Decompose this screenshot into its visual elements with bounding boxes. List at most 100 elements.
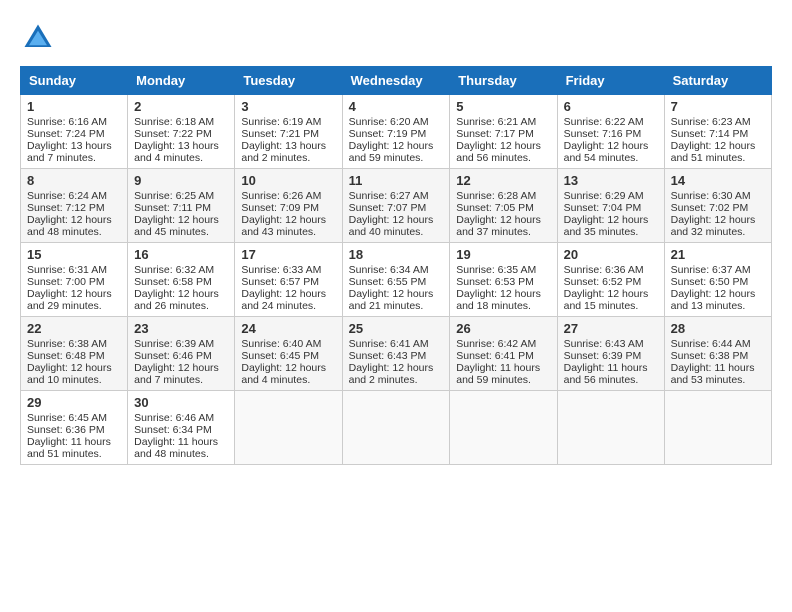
day-info-line: and 24 minutes. [241,300,335,312]
calendar-cell [664,391,771,465]
day-info-line: and 32 minutes. [671,226,765,238]
day-info-line: Sunset: 6:57 PM [241,276,335,288]
calendar-cell: 12Sunrise: 6:28 AMSunset: 7:05 PMDayligh… [450,169,557,243]
calendar-cell: 5Sunrise: 6:21 AMSunset: 7:17 PMDaylight… [450,95,557,169]
day-info-line: and 13 minutes. [671,300,765,312]
calendar-cell: 16Sunrise: 6:32 AMSunset: 6:58 PMDayligh… [128,243,235,317]
day-info-line: Daylight: 12 hours [134,214,228,226]
calendar-cell: 13Sunrise: 6:29 AMSunset: 7:04 PMDayligh… [557,169,664,243]
day-info-line: Sunset: 7:07 PM [349,202,444,214]
day-info-line: Daylight: 12 hours [241,214,335,226]
day-info-line: Sunrise: 6:31 AM [27,264,121,276]
day-number: 2 [134,99,228,114]
day-number: 1 [27,99,121,114]
day-info-line: and 37 minutes. [456,226,550,238]
day-info-line: Daylight: 12 hours [456,140,550,152]
day-info-line: Sunset: 7:17 PM [456,128,550,140]
day-info-line: Daylight: 12 hours [564,214,658,226]
day-info-line: Sunset: 6:58 PM [134,276,228,288]
day-number: 12 [456,173,550,188]
calendar-cell: 6Sunrise: 6:22 AMSunset: 7:16 PMDaylight… [557,95,664,169]
day-info-line: Daylight: 12 hours [349,214,444,226]
calendar-cell: 27Sunrise: 6:43 AMSunset: 6:39 PMDayligh… [557,317,664,391]
day-number: 18 [349,247,444,262]
day-info-line: Daylight: 11 hours [564,362,658,374]
day-info-line: Daylight: 12 hours [456,288,550,300]
day-number: 20 [564,247,658,262]
day-info-line: Sunset: 7:02 PM [671,202,765,214]
day-info-line: Daylight: 12 hours [27,362,121,374]
day-info-line: Sunrise: 6:38 AM [27,338,121,350]
calendar-table: SundayMondayTuesdayWednesdayThursdayFrid… [20,66,772,465]
day-info-line: Daylight: 12 hours [27,214,121,226]
day-number: 29 [27,395,121,410]
day-info-line: and 7 minutes. [27,152,121,164]
day-info-line: Sunrise: 6:34 AM [349,264,444,276]
calendar-cell: 14Sunrise: 6:30 AMSunset: 7:02 PMDayligh… [664,169,771,243]
day-info-line: Sunset: 6:46 PM [134,350,228,362]
weekday-friday: Friday [557,67,664,95]
day-info-line: Sunset: 7:21 PM [241,128,335,140]
day-info-line: Sunrise: 6:42 AM [456,338,550,350]
day-info-line: Sunrise: 6:16 AM [27,116,121,128]
day-number: 30 [134,395,228,410]
day-info-line: Daylight: 12 hours [349,140,444,152]
weekday-header-row: SundayMondayTuesdayWednesdayThursdayFrid… [21,67,772,95]
calendar-cell: 8Sunrise: 6:24 AMSunset: 7:12 PMDaylight… [21,169,128,243]
calendar-cell: 15Sunrise: 6:31 AMSunset: 7:00 PMDayligh… [21,243,128,317]
calendar-cell: 22Sunrise: 6:38 AMSunset: 6:48 PMDayligh… [21,317,128,391]
calendar-cell: 30Sunrise: 6:46 AMSunset: 6:34 PMDayligh… [128,391,235,465]
day-info-line: Sunrise: 6:29 AM [564,190,658,202]
day-number: 8 [27,173,121,188]
calendar-cell: 7Sunrise: 6:23 AMSunset: 7:14 PMDaylight… [664,95,771,169]
day-info-line: Sunset: 7:09 PM [241,202,335,214]
day-info-line: Sunset: 6:48 PM [27,350,121,362]
day-info-line: Sunrise: 6:19 AM [241,116,335,128]
day-info-line: and 26 minutes. [134,300,228,312]
day-info-line: Sunrise: 6:43 AM [564,338,658,350]
day-info-line: and 21 minutes. [349,300,444,312]
day-info-line: Sunrise: 6:20 AM [349,116,444,128]
day-info-line: Daylight: 13 hours [241,140,335,152]
day-info-line: and 29 minutes. [27,300,121,312]
page-header [20,20,772,56]
calendar-cell: 23Sunrise: 6:39 AMSunset: 6:46 PMDayligh… [128,317,235,391]
day-info-line: Daylight: 12 hours [241,288,335,300]
day-info-line: Sunset: 6:36 PM [27,424,121,436]
logo-icon [20,20,56,56]
day-info-line: and 4 minutes. [134,152,228,164]
day-number: 6 [564,99,658,114]
calendar-cell [235,391,342,465]
day-info-line: Daylight: 11 hours [456,362,550,374]
calendar-cell: 25Sunrise: 6:41 AMSunset: 6:43 PMDayligh… [342,317,450,391]
day-info-line: Sunset: 6:34 PM [134,424,228,436]
day-info-line: and 40 minutes. [349,226,444,238]
day-info-line: Sunset: 7:16 PM [564,128,658,140]
calendar-week-5: 29Sunrise: 6:45 AMSunset: 6:36 PMDayligh… [21,391,772,465]
day-info-line: Daylight: 12 hours [564,140,658,152]
day-info-line: Daylight: 12 hours [671,288,765,300]
day-info-line: Daylight: 12 hours [134,362,228,374]
calendar-cell: 29Sunrise: 6:45 AMSunset: 6:36 PMDayligh… [21,391,128,465]
day-info-line: Daylight: 12 hours [27,288,121,300]
day-info-line: and 43 minutes. [241,226,335,238]
day-info-line: Sunrise: 6:41 AM [349,338,444,350]
calendar-cell: 9Sunrise: 6:25 AMSunset: 7:11 PMDaylight… [128,169,235,243]
day-number: 4 [349,99,444,114]
calendar-cell: 10Sunrise: 6:26 AMSunset: 7:09 PMDayligh… [235,169,342,243]
calendar-cell: 18Sunrise: 6:34 AMSunset: 6:55 PMDayligh… [342,243,450,317]
day-info-line: Sunset: 7:11 PM [134,202,228,214]
calendar-cell: 11Sunrise: 6:27 AMSunset: 7:07 PMDayligh… [342,169,450,243]
day-info-line: Sunset: 6:43 PM [349,350,444,362]
day-info-line: Sunset: 7:19 PM [349,128,444,140]
day-info-line: Sunset: 6:52 PM [564,276,658,288]
day-info-line: Daylight: 12 hours [134,288,228,300]
calendar-cell [342,391,450,465]
day-info-line: Sunset: 6:39 PM [564,350,658,362]
weekday-sunday: Sunday [21,67,128,95]
day-number: 25 [349,321,444,336]
calendar-cell: 28Sunrise: 6:44 AMSunset: 6:38 PMDayligh… [664,317,771,391]
calendar-cell: 19Sunrise: 6:35 AMSunset: 6:53 PMDayligh… [450,243,557,317]
day-info-line: and 53 minutes. [671,374,765,386]
day-info-line: Sunrise: 6:27 AM [349,190,444,202]
